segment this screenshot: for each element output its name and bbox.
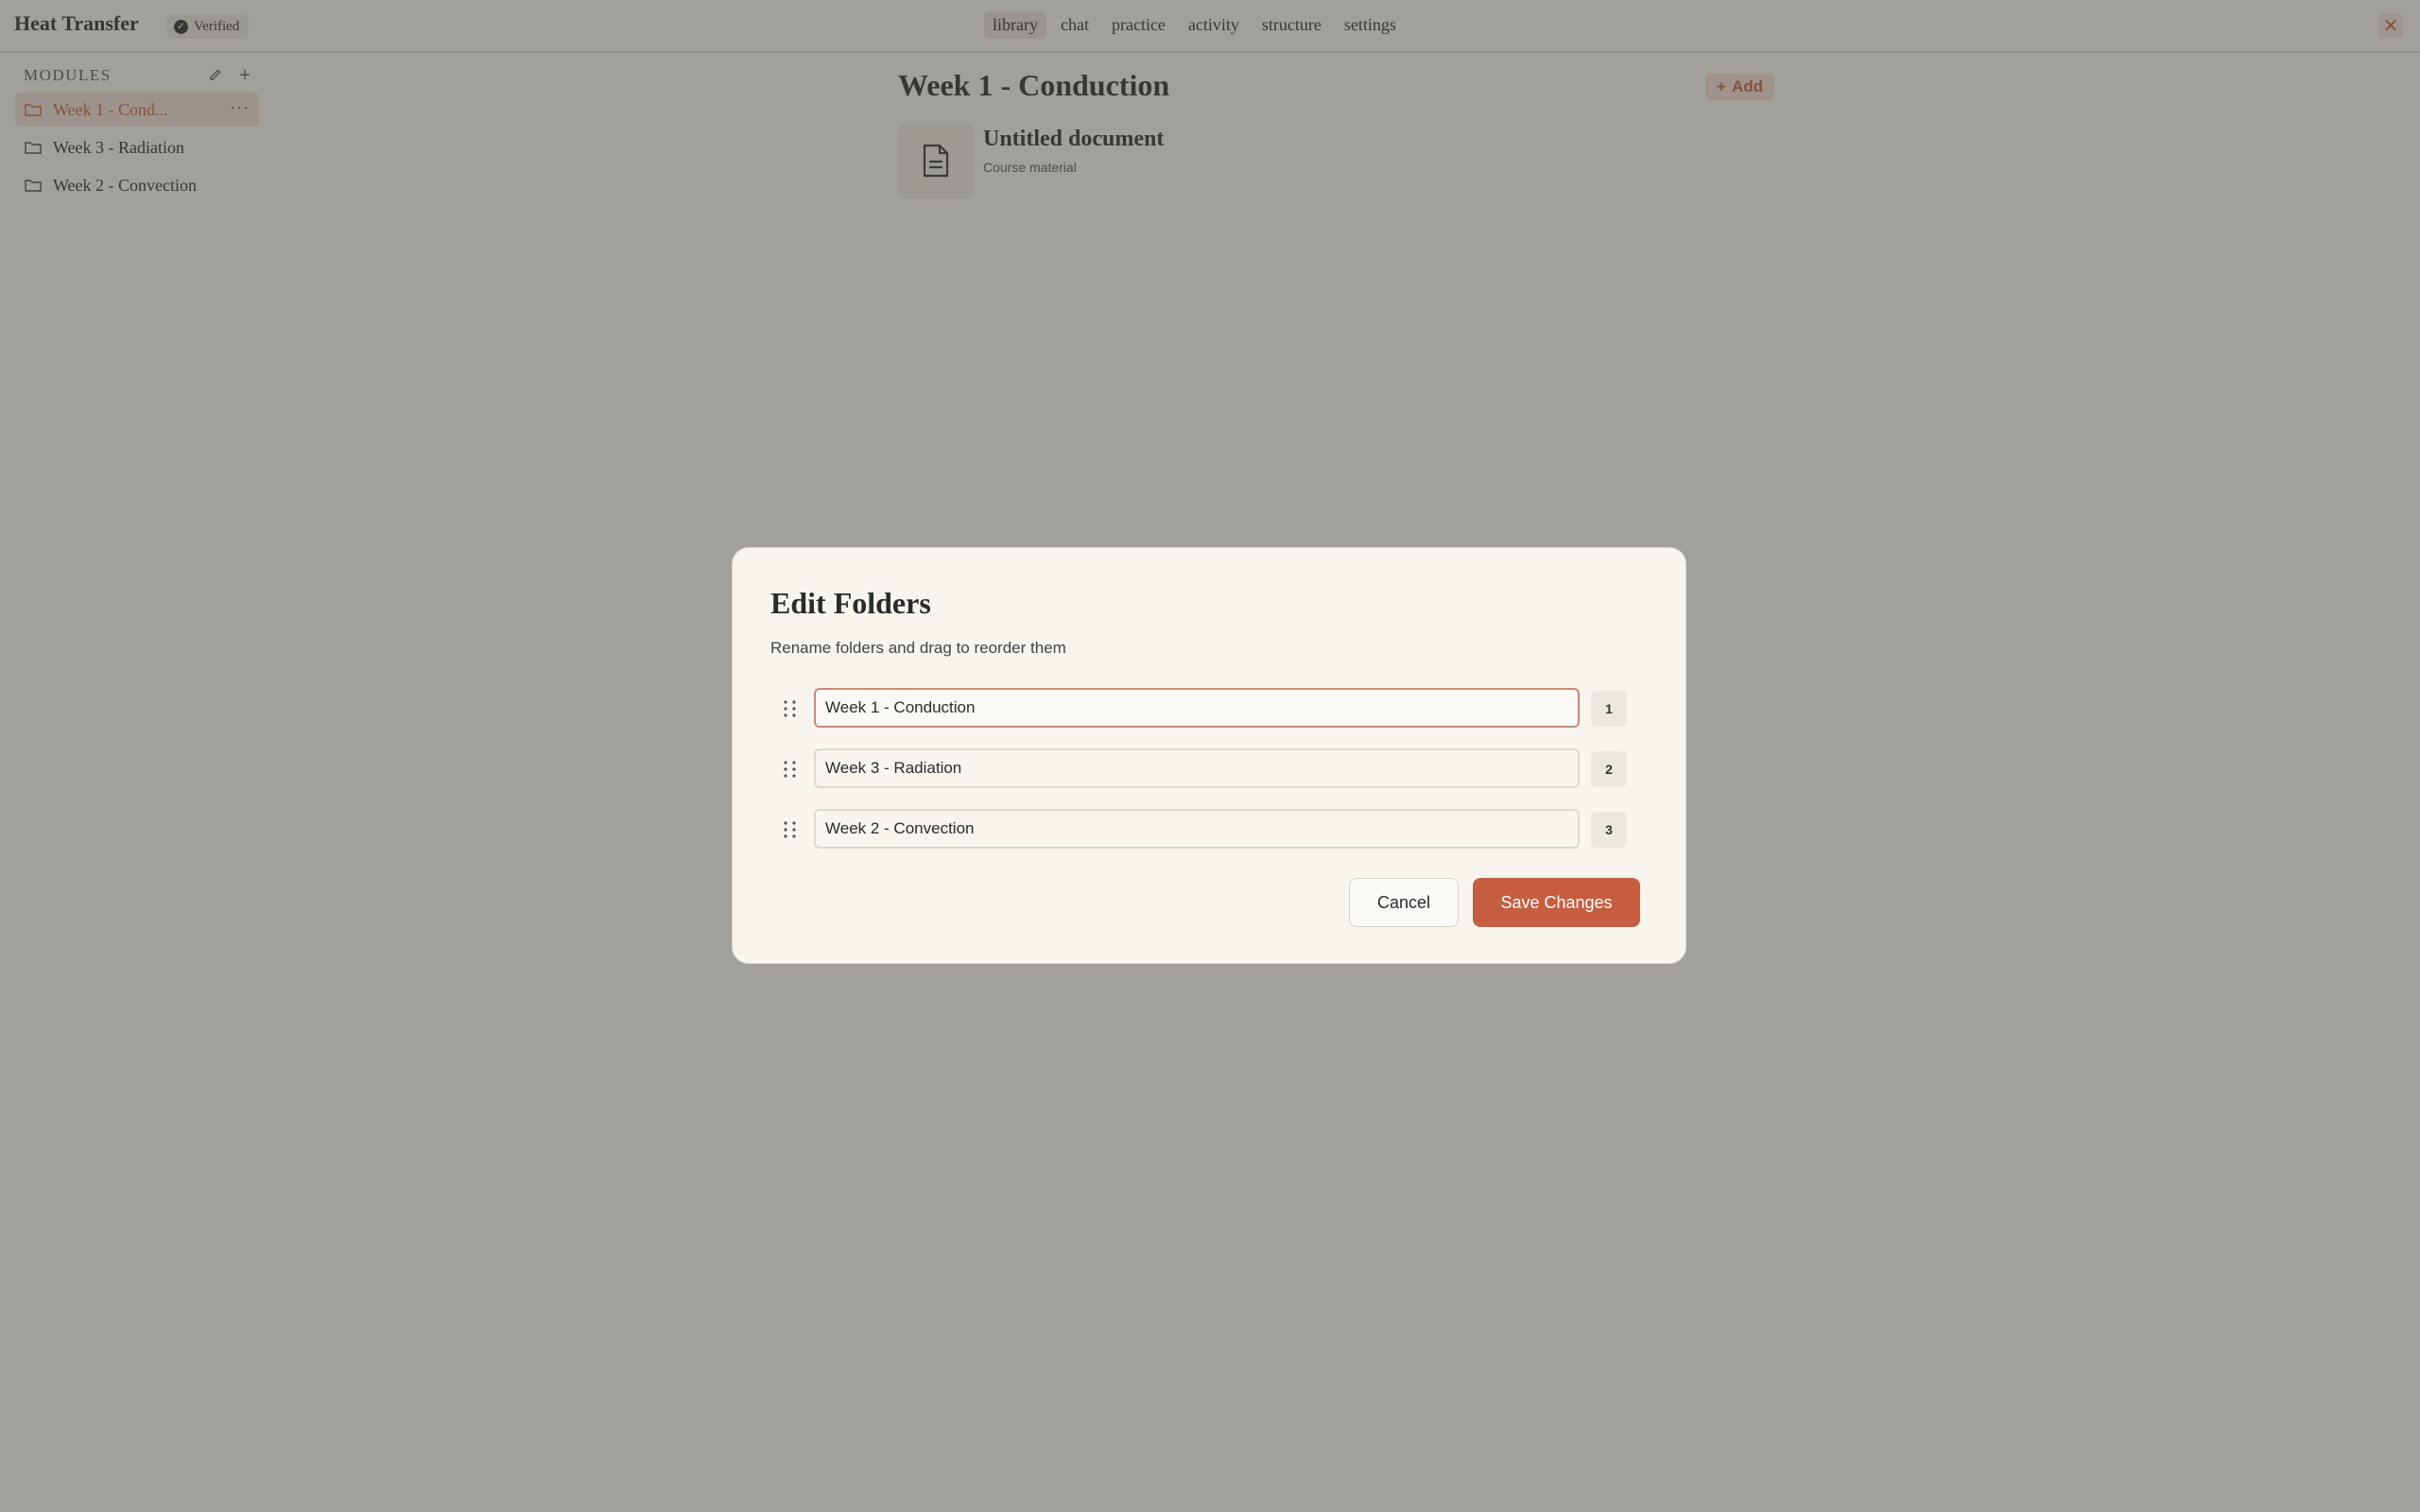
folder-order-badge: 1 — [1591, 691, 1627, 727]
folder-order-badge: 2 — [1591, 751, 1627, 787]
drag-handle-icon[interactable] — [782, 699, 799, 718]
edit-folders-dialog: Edit Folders Rename folders and drag to … — [732, 547, 1686, 964]
dialog-title: Edit Folders — [770, 586, 931, 620]
drag-handle-icon[interactable] — [782, 820, 799, 839]
folder-order-badge: 3 — [1591, 812, 1627, 848]
folder-name-input[interactable] — [814, 748, 1580, 788]
folder-row: 3 — [770, 809, 1650, 850]
folder-name-input[interactable] — [814, 688, 1580, 728]
folder-name-input[interactable] — [814, 809, 1580, 849]
cancel-button[interactable]: Cancel — [1349, 878, 1459, 927]
folder-row: 1 — [770, 688, 1650, 730]
save-changes-button[interactable]: Save Changes — [1473, 878, 1640, 927]
dialog-subtitle: Rename folders and drag to reorder them — [770, 639, 1066, 657]
drag-handle-icon[interactable] — [782, 760, 799, 779]
folder-row: 2 — [770, 748, 1650, 790]
